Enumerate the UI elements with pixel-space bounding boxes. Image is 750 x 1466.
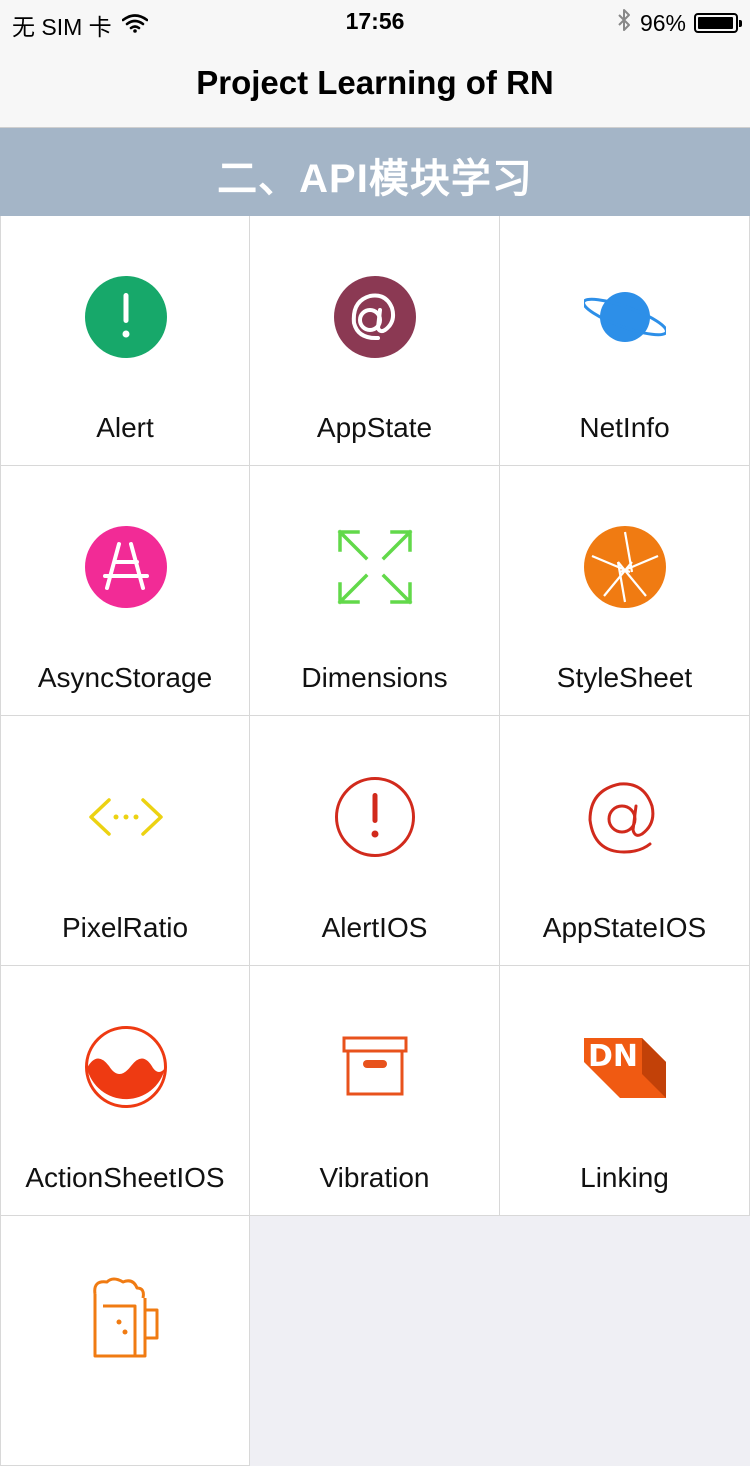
battery-icon: [694, 13, 742, 33]
alert-circle-icon: [85, 276, 167, 358]
grid-item-label: Alert: [96, 412, 154, 443]
grid-item-label: ActionSheetIOS: [25, 1162, 225, 1193]
bluetooth-icon: [616, 8, 632, 38]
battery-percent: 96%: [639, 9, 686, 36]
battery-level-fill: [698, 17, 733, 29]
svg-text:DN: DN: [588, 1039, 638, 1074]
grid-item-alert[interactable]: Alert: [0, 216, 250, 466]
dn-logo-icon: DN: [584, 1026, 666, 1108]
aperture-icon: [584, 526, 666, 608]
at-sign-circle-icon: [334, 276, 416, 358]
grid-item-label: Linking: [580, 1162, 669, 1193]
grid-item-label: AlertIOS: [321, 912, 428, 943]
grid-item-netinfo[interactable]: NetInfo: [500, 216, 750, 466]
grid-item-label: StyleSheet: [556, 662, 693, 693]
grid-item-appstateios[interactable]: AppStateIOS: [500, 716, 750, 966]
grid-item-linking[interactable]: DN Linking: [500, 966, 750, 1216]
grid-item-vibration[interactable]: Vibration: [250, 966, 500, 1216]
archive-box-icon: [334, 1026, 416, 1108]
status-bar: 无 SIM 卡 17:56 96%: [0, 0, 750, 40]
grid-item-label: PixelRatio: [61, 912, 189, 943]
grid-item-label: AppStateIOS: [542, 912, 707, 943]
grid-item-dimensions[interactable]: Dimensions: [250, 466, 500, 716]
page-title: Project Learning of RN: [196, 64, 554, 101]
grid-item-asyncstorage[interactable]: AsyncStorage: [0, 466, 250, 716]
grid-item-label: AppState: [316, 412, 433, 443]
beer-mug-icon: [85, 1276, 167, 1358]
section-title: 二、API模块学习: [217, 157, 533, 201]
status-right: 96%: [616, 8, 742, 38]
grid-item-13[interactable]: [0, 1216, 250, 1466]
grid-item-stylesheet[interactable]: StyleSheet: [500, 466, 750, 716]
grid-item-pixelratio[interactable]: PixelRatio: [0, 716, 250, 966]
app-store-icon: [85, 526, 167, 608]
wave-circle-icon: [85, 1026, 167, 1108]
expand-arrows-icon: [334, 526, 416, 608]
grid-item-label: Vibration: [319, 1162, 430, 1193]
grid-item-actionsheetios[interactable]: ActionSheetIOS: [0, 966, 250, 1216]
api-module-grid: Alert AppState NetInfo AsyncStorage Dime…: [0, 216, 750, 1466]
grid-item-label: AsyncStorage: [37, 662, 213, 693]
section-header: 二、API模块学习: [0, 128, 750, 216]
grid-item-label: NetInfo: [579, 412, 670, 443]
planet-icon: [584, 276, 666, 358]
grid-item-appstate[interactable]: AppState: [250, 216, 500, 466]
code-brackets-icon: [85, 776, 167, 858]
at-sign-icon: [584, 776, 666, 858]
grid-item-alertios[interactable]: AlertIOS: [250, 716, 500, 966]
alert-outline-icon: [334, 776, 416, 858]
grid-item-label: Dimensions: [301, 662, 448, 693]
navigation-bar: Project Learning of RN: [0, 40, 750, 128]
